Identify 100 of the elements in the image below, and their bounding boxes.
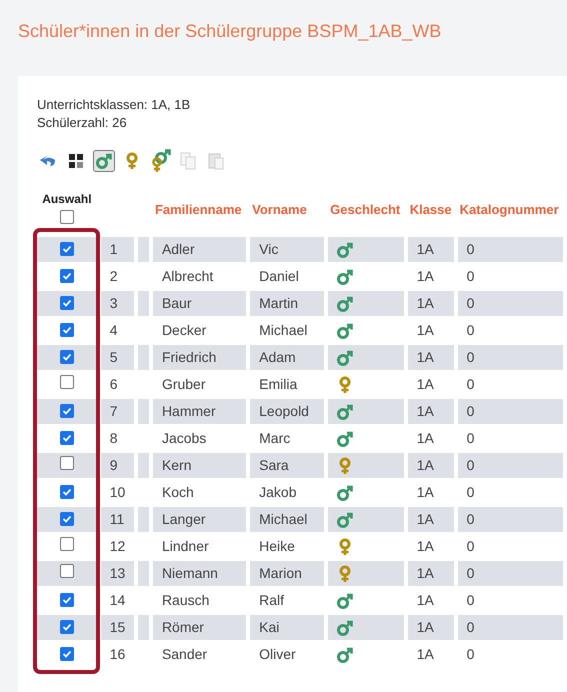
column-header: Auswahl	[41, 191, 93, 208]
catalog-number: 0	[466, 322, 476, 338]
male-symbol-icon	[336, 618, 354, 636]
first-name: Jakob	[258, 484, 298, 500]
row-checkbox[interactable]	[60, 296, 74, 310]
class-cell-text: 1A	[416, 268, 435, 284]
catalog-number: 0	[466, 376, 476, 392]
row-checkbox[interactable]	[60, 456, 74, 470]
catalog-number: 0	[466, 510, 476, 526]
first-name: Marc	[258, 430, 292, 446]
row-number: 11	[108, 510, 126, 526]
first-name: Oliver	[258, 646, 297, 662]
row-checkbox[interactable]	[60, 564, 74, 578]
class-cell-text: 1A	[416, 646, 435, 662]
last-name: Langer	[160, 510, 207, 526]
paste-icon	[207, 152, 225, 170]
row-number: 7	[108, 402, 119, 418]
row-number: 12	[108, 538, 126, 554]
last-name: Kern	[160, 456, 193, 472]
row-checkbox[interactable]	[60, 322, 74, 336]
column-header: Klasse	[410, 202, 452, 217]
last-name: Decker	[160, 322, 208, 338]
first-name: Ralf	[258, 592, 286, 608]
male-female-icon	[149, 149, 171, 173]
row-number: 8	[108, 430, 119, 446]
catalog-number: 0	[466, 646, 476, 662]
class-cell-text: 1A	[416, 456, 435, 472]
row-checkbox[interactable]	[60, 268, 74, 282]
row-checkbox[interactable]	[60, 536, 74, 550]
column-header: Vorname	[252, 202, 307, 217]
last-name: Jacobs	[160, 430, 208, 446]
first-name: Sara	[258, 456, 290, 472]
last-name: Baur	[160, 294, 193, 310]
catalog-number: 0	[466, 430, 476, 446]
last-name: Adler	[160, 240, 196, 256]
first-name: Emilia	[258, 376, 298, 392]
first-name: Heike	[258, 538, 296, 554]
undo-icon	[38, 153, 58, 169]
class-cell-text: 1A	[416, 348, 435, 364]
male-symbol-icon	[336, 322, 354, 340]
class-cell-text: 1A	[416, 484, 435, 500]
last-name: Koch	[160, 484, 195, 500]
select-all-checkbox[interactable]	[60, 210, 74, 224]
info-text: Unterrichtsklassen: 1A, 1B	[37, 96, 192, 114]
last-name: Gruber	[160, 376, 207, 392]
row-number: 9	[108, 456, 119, 472]
first-name: Michael	[258, 322, 308, 338]
row-checkbox[interactable]	[60, 404, 74, 418]
column-header: Geschlecht	[330, 202, 400, 217]
row-number: 16	[108, 646, 126, 662]
catalog-number: 0	[466, 538, 476, 554]
first-name: Marion	[258, 564, 303, 580]
catalog-number: 0	[466, 348, 476, 364]
catalog-number: 0	[466, 294, 476, 310]
first-name: Kai	[258, 618, 280, 634]
male-symbol-icon	[336, 268, 354, 286]
last-name: Rausch	[160, 592, 210, 608]
last-name: Friedrich	[160, 348, 218, 364]
last-name: Römer	[160, 618, 205, 634]
catalog-number: 0	[466, 618, 476, 634]
row-checkbox[interactable]	[60, 620, 74, 634]
class-cell-text: 1A	[416, 592, 435, 608]
row-checkbox[interactable]	[60, 430, 74, 444]
male-symbol-icon	[336, 510, 354, 528]
catalog-number: 0	[466, 456, 476, 472]
row-checkbox[interactable]	[60, 512, 74, 526]
male-symbol-icon	[336, 294, 354, 312]
row-checkbox[interactable]	[60, 646, 74, 660]
row-checkbox[interactable]	[60, 242, 74, 256]
male-symbol-icon	[336, 348, 354, 366]
row-number: 4	[108, 322, 119, 338]
catalog-number: 0	[466, 484, 476, 500]
class-cell-text: 1A	[416, 510, 435, 526]
class-cell-text: 1A	[416, 294, 435, 310]
row-number: 13	[108, 564, 126, 580]
row-checkbox[interactable]	[60, 592, 74, 606]
first-name: Leopold	[258, 402, 310, 418]
male-symbol-icon	[336, 402, 354, 420]
class-cell-text: 1A	[416, 240, 435, 256]
catalog-number: 0	[466, 564, 476, 580]
class-cell-text: 1A	[416, 322, 435, 338]
row-number: 15	[108, 618, 126, 634]
row-number: 6	[108, 376, 119, 392]
copy-icon	[179, 152, 197, 170]
class-cell-text: 1A	[416, 376, 435, 392]
catalog-number: 0	[466, 592, 476, 608]
column-header: Familienname	[154, 202, 242, 217]
row-number: 3	[108, 294, 119, 310]
row-checkbox[interactable]	[60, 374, 74, 388]
last-name: Lindner	[160, 538, 210, 554]
last-name: Niemann	[160, 564, 219, 580]
column-header: Katalognummer	[460, 202, 559, 217]
male-symbol-icon	[336, 430, 354, 448]
male-symbol-icon	[336, 240, 354, 258]
row-checkbox[interactable]	[60, 484, 74, 498]
row-checkbox[interactable]	[60, 350, 74, 364]
class-cell-text: 1A	[416, 618, 435, 634]
class-cell-text: 1A	[416, 564, 435, 580]
class-cell-text: 1A	[416, 430, 435, 446]
first-name: Michael	[258, 510, 308, 526]
